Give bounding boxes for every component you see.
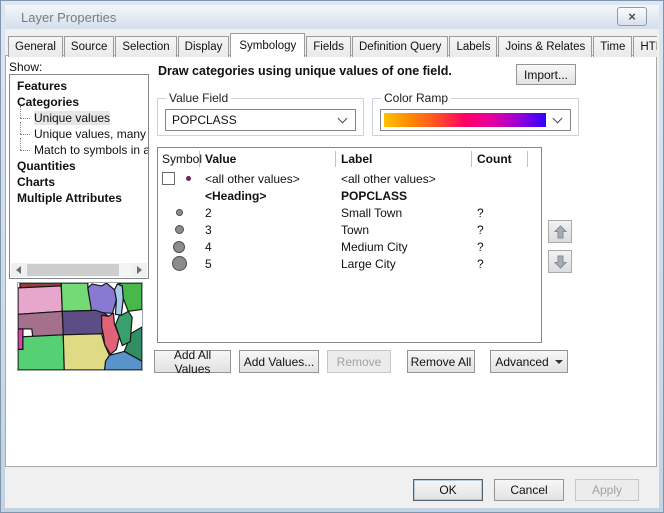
all-other-values-checkbox[interactable]: [162, 172, 175, 185]
dialog-body: Layer Properties × General Source Select…: [5, 5, 659, 508]
value-symbol[interactable]: [176, 209, 183, 216]
column-header-label: Label: [336, 151, 472, 167]
tab-joins-relates[interactable]: Joins & Relates: [498, 36, 592, 57]
show-item-match-to-symbols[interactable]: Match to symbols in a: [10, 142, 148, 158]
arrow-up-icon: [554, 225, 567, 239]
chevron-down-icon: [338, 114, 348, 124]
map-region: [88, 283, 117, 313]
ok-button[interactable]: OK: [413, 479, 483, 501]
remove-all-button[interactable]: Remove All: [407, 350, 475, 373]
table-row[interactable]: 3 Town ?: [158, 221, 541, 238]
column-header-value: Value: [200, 151, 336, 167]
color-ramp-label: Color Ramp: [381, 91, 451, 105]
values-table: Symbol Value Label Count <all other valu…: [157, 147, 542, 343]
import-button[interactable]: Import...: [516, 64, 576, 85]
value-symbol[interactable]: [173, 241, 185, 253]
value-symbol[interactable]: [172, 256, 187, 271]
method-description: Draw categories using unique values of o…: [158, 64, 452, 78]
value-symbol[interactable]: [175, 225, 184, 234]
table-row[interactable]: 5 Large City ?: [158, 255, 541, 272]
tab-time[interactable]: Time: [593, 36, 632, 57]
scroll-left-button[interactable]: [11, 263, 26, 277]
column-header-symbol: Symbol: [158, 151, 200, 167]
scroll-left-icon: [16, 266, 21, 274]
cancel-button[interactable]: Cancel: [494, 479, 564, 501]
move-up-button[interactable]: [548, 220, 572, 243]
table-row-heading[interactable]: <Heading> POPCLASS: [158, 187, 541, 204]
show-tree: Features Categories Unique values Unique…: [9, 74, 149, 279]
tab-html-popup[interactable]: HTML Popup: [633, 36, 657, 57]
scroll-right-icon: [137, 266, 142, 274]
dropdown-caret-icon: [555, 360, 563, 364]
layer-properties-dialog: Layer Properties × General Source Select…: [0, 0, 664, 513]
show-item-charts[interactable]: Charts: [10, 174, 148, 190]
layer-preview-map: [17, 282, 143, 371]
apply-button: Apply: [575, 479, 639, 501]
add-values-button[interactable]: Add Values...: [239, 350, 319, 373]
column-header-count: Count: [472, 151, 528, 167]
table-row[interactable]: 4 Medium City ?: [158, 238, 541, 255]
tab-labels[interactable]: Labels: [449, 36, 497, 57]
table-row[interactable]: <all other values> <all other values>: [158, 170, 541, 187]
tab-fields[interactable]: Fields: [306, 36, 351, 57]
tab-selection[interactable]: Selection: [115, 36, 176, 57]
map-region: [18, 311, 63, 336]
show-label: Show:: [9, 60, 42, 74]
all-other-values-symbol[interactable]: [186, 176, 191, 181]
map-region: [18, 335, 64, 370]
scrollbar-thumb[interactable]: [27, 264, 119, 276]
window-title: Layer Properties: [5, 10, 116, 25]
show-item-features[interactable]: Features: [10, 78, 148, 94]
tab-strip: General Source Selection Display Symbolo…: [8, 33, 657, 57]
table-row[interactable]: 2 Small Town ?: [158, 204, 541, 221]
value-field-group: Value Field POPCLASS: [157, 98, 364, 136]
show-item-unique-values-many[interactable]: Unique values, many: [10, 126, 148, 142]
close-icon: ×: [628, 10, 636, 23]
scroll-right-button[interactable]: [132, 263, 147, 277]
add-all-values-button[interactable]: Add All Values: [154, 350, 231, 373]
value-field-combo[interactable]: POPCLASS: [165, 109, 356, 131]
tab-display[interactable]: Display: [178, 36, 230, 57]
color-ramp-combo[interactable]: [380, 109, 571, 131]
map-thumbnail-svg: [18, 283, 142, 370]
symbology-tab-page: Show: Features Categories Unique values …: [5, 55, 657, 467]
close-button[interactable]: ×: [617, 7, 647, 26]
show-item-quantities[interactable]: Quantities: [10, 158, 148, 174]
titlebar: Layer Properties: [5, 5, 659, 29]
show-item-categories[interactable]: Categories: [10, 94, 148, 110]
remove-button: Remove: [327, 350, 391, 373]
value-field-label: Value Field: [166, 91, 231, 105]
tab-source[interactable]: Source: [64, 36, 114, 57]
show-item-unique-values[interactable]: Unique values: [10, 110, 148, 126]
move-down-button[interactable]: [548, 250, 572, 273]
map-region: [18, 329, 23, 350]
value-field-selected: POPCLASS: [166, 113, 339, 127]
arrow-down-icon: [554, 255, 567, 269]
color-ramp-swatch: [384, 113, 546, 127]
color-ramp-group: Color Ramp: [372, 98, 579, 136]
tab-definition-query[interactable]: Definition Query: [352, 36, 448, 57]
chevron-down-icon: [553, 114, 563, 124]
map-region: [63, 334, 109, 370]
advanced-button[interactable]: Advanced: [490, 350, 568, 373]
table-header: Symbol Value Label Count: [158, 148, 541, 170]
map-region: [18, 286, 62, 314]
tab-general[interactable]: General: [8, 36, 63, 57]
tree-h-scrollbar[interactable]: [11, 263, 147, 277]
show-item-multiple-attributes[interactable]: Multiple Attributes: [10, 190, 148, 206]
tab-symbology[interactable]: Symbology: [230, 33, 305, 57]
